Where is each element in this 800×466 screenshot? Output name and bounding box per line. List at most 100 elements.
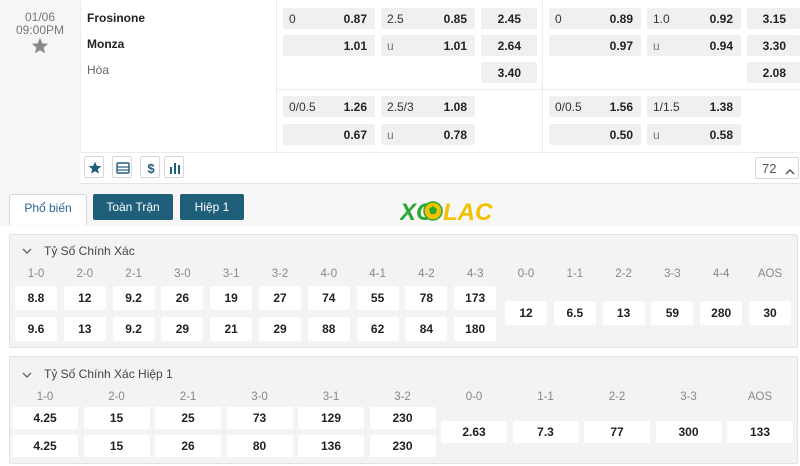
score-odds-away[interactable]: 180 xyxy=(454,317,497,341)
score-label: 4-1 xyxy=(369,268,386,280)
h1-1x2-home[interactable]: 3.15 xyxy=(747,8,800,29)
score-odds-home[interactable]: 230 xyxy=(369,407,436,429)
score-odds-draw[interactable]: 59 xyxy=(651,301,694,325)
score-odds-home[interactable]: 15 xyxy=(83,407,150,429)
h1-1x2-draw[interactable]: 2.08 xyxy=(747,62,800,83)
score-odds-draw[interactable]: 7.3 xyxy=(512,421,579,443)
h1-alt-handicap-away[interactable]: 0.50 xyxy=(549,124,641,145)
tab-full-match[interactable]: Toàn Trận xyxy=(93,194,173,220)
h1-1x2-away[interactable]: 3.30 xyxy=(747,35,800,56)
score-label: AOS xyxy=(747,391,773,403)
ft-1x2-away[interactable]: 2.64 xyxy=(481,35,537,56)
score-odds-away[interactable]: 13 xyxy=(63,317,106,341)
ft-handicap-home[interactable]: 0 0.87 xyxy=(283,8,375,29)
score-label: 3-2 xyxy=(394,391,411,403)
score-odds-home[interactable]: 27 xyxy=(259,286,301,310)
score-label: 2-1 xyxy=(179,391,197,403)
score-odds-draw[interactable]: 30 xyxy=(749,301,791,325)
score-odds-home[interactable]: 9.2 xyxy=(112,286,155,310)
score-label: 3-3 xyxy=(664,268,681,280)
teams-column: Frosinone Monza Hòa xyxy=(80,0,276,152)
score-odds-home[interactable]: 73 xyxy=(226,407,293,429)
dollar-icon[interactable]: $ xyxy=(140,156,160,178)
score-label: 3-0 xyxy=(174,268,191,280)
score-odds-home[interactable]: 8.8 xyxy=(15,286,57,310)
score-odds-away[interactable]: 62 xyxy=(356,317,399,341)
ft-1x2-home[interactable]: 2.45 xyxy=(481,8,537,29)
score-odds-draw[interactable]: 133 xyxy=(727,421,793,443)
away-team: Monza xyxy=(87,37,125,51)
score-odds-home[interactable]: 173 xyxy=(454,286,497,310)
score-odds-away[interactable]: 84 xyxy=(405,317,448,341)
score-odds-home[interactable]: 74 xyxy=(307,286,350,310)
match-date: 01/06 xyxy=(24,10,56,24)
h1-alt-handicap-home[interactable]: 0/0.5 1.56 xyxy=(549,96,641,117)
score-odds-home[interactable]: 4.25 xyxy=(12,407,78,429)
score-odds-away[interactable]: 230 xyxy=(369,435,436,457)
score-label: 2-2 xyxy=(608,391,626,403)
h1-alt-under[interactable]: u 0.58 xyxy=(647,124,741,145)
svg-text:LAC: LAC xyxy=(443,199,493,226)
score-odds-home[interactable]: 25 xyxy=(155,407,221,429)
score-label: 3-1 xyxy=(222,268,240,280)
score-odds-draw[interactable]: 6.5 xyxy=(553,301,596,325)
ft-alt-handicap-home[interactable]: 0/0.5 1.26 xyxy=(283,96,375,117)
ft-handicap-away[interactable]: 1.01 xyxy=(283,35,375,56)
correct-score-h1-section: Tỷ Số Chính Xác Hiệp 1 1-0 4.25 4.25 2-0 15 1… xyxy=(9,356,798,464)
score-odds-home[interactable]: 19 xyxy=(210,286,253,310)
more-bets-count: 72 xyxy=(762,161,777,176)
h1-alt-over[interactable]: 1/1.5 1.38 xyxy=(647,96,741,117)
h1-over[interactable]: 1.0 0.92 xyxy=(647,8,741,29)
score-odds-away[interactable]: 29 xyxy=(161,317,204,341)
score-odds-home[interactable]: 129 xyxy=(298,407,364,429)
score-odds-away[interactable]: 9.2 xyxy=(112,317,155,341)
ft-alt-over[interactable]: 2.5/3 1.08 xyxy=(381,96,475,117)
ft-1x2-draw[interactable]: 3.40 xyxy=(481,62,537,83)
match-time: 09:00PM xyxy=(15,23,65,37)
ft-under[interactable]: u 1.01 xyxy=(381,35,475,56)
score-odds-home[interactable]: 78 xyxy=(405,286,448,310)
score-odds-away[interactable]: 29 xyxy=(259,317,301,341)
score-odds-home[interactable]: 55 xyxy=(356,286,399,310)
score-odds-draw[interactable]: 280 xyxy=(700,301,743,325)
score-odds-away[interactable]: 15 xyxy=(83,435,150,457)
score-odds-draw[interactable]: 300 xyxy=(655,421,722,443)
ft-over[interactable]: 2.5 0.85 xyxy=(381,8,475,29)
tab-first-half[interactable]: Hiệp 1 xyxy=(180,194,244,220)
favorite-star-icon[interactable] xyxy=(30,36,50,56)
h1-handicap-home[interactable]: 0 0.89 xyxy=(549,8,641,29)
score-label: 4-4 xyxy=(712,268,730,280)
score-odds-home[interactable]: 12 xyxy=(63,286,106,310)
score-label: 4-3 xyxy=(466,268,484,280)
score-label: 0-0 xyxy=(517,268,535,280)
chart-icon[interactable] xyxy=(164,156,184,178)
score-odds-away[interactable]: 21 xyxy=(210,317,253,341)
h1-handicap-away[interactable]: 0.97 xyxy=(549,35,641,56)
list-icon[interactable] xyxy=(112,156,132,178)
score-odds-draw[interactable]: 13 xyxy=(602,301,645,325)
ft-alt-under[interactable]: u 0.78 xyxy=(381,124,475,145)
star-icon[interactable] xyxy=(84,156,104,178)
correct-score-section: Tỷ Số Chính Xác 1-0 8.8 9.6 2-0 12 13 2-1 9.2 9.… xyxy=(9,234,798,348)
tab-popular[interactable]: Phổ biến xyxy=(9,194,87,225)
score-label: 2-2 xyxy=(615,268,632,280)
score-label: 2-0 xyxy=(108,391,125,403)
score-odds-away[interactable]: 26 xyxy=(155,435,221,457)
score-odds-away[interactable]: 80 xyxy=(226,435,293,457)
score-odds-away[interactable]: 136 xyxy=(298,435,364,457)
ft-alt-handicap-away[interactable]: 0.67 xyxy=(283,124,375,145)
more-bets-button[interactable]: 72 xyxy=(755,157,799,179)
score-odds-away[interactable]: 4.25 xyxy=(12,435,78,457)
section-title: Tỷ Số Chính Xác Hiệp 1 xyxy=(44,367,173,381)
chevron-down-icon[interactable] xyxy=(22,244,32,258)
score-odds-home[interactable]: 26 xyxy=(161,286,204,310)
score-odds-away[interactable]: 88 xyxy=(307,317,350,341)
h1-under[interactable]: u 0.94 xyxy=(647,35,741,56)
score-odds-draw[interactable]: 77 xyxy=(584,421,650,443)
match-time-column: 01/06 09:00PM xyxy=(0,0,80,184)
chevron-down-icon[interactable] xyxy=(22,368,32,382)
score-label: 3-2 xyxy=(271,268,289,280)
score-odds-draw[interactable]: 12 xyxy=(505,301,547,325)
score-odds-away[interactable]: 9.6 xyxy=(15,317,57,341)
score-odds-draw[interactable]: 2.63 xyxy=(441,421,507,443)
